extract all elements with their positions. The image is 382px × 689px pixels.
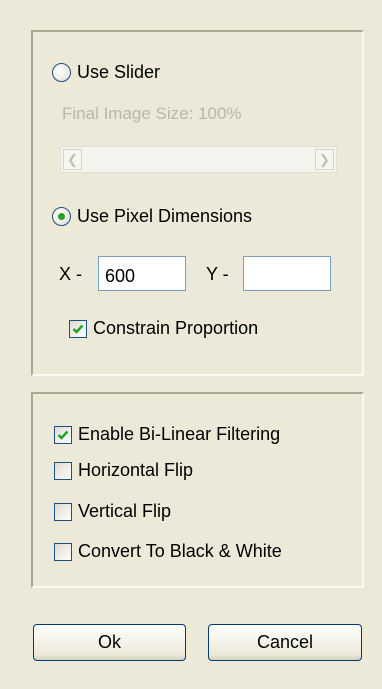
bilinear-filtering-checkbox[interactable]: Enable Bi-Linear Filtering bbox=[54, 424, 280, 445]
vertical-flip-checkbox-box[interactable] bbox=[54, 502, 72, 521]
bilinear-filtering-checkbox-box[interactable] bbox=[54, 425, 72, 444]
constrain-proportion-label: Constrain Proportion bbox=[93, 318, 259, 338]
ok-button[interactable]: Ok bbox=[33, 624, 186, 661]
size-slider[interactable]: ❮ ❯ bbox=[60, 146, 337, 173]
use-slider-label: Use Slider bbox=[77, 62, 161, 82]
x-field[interactable] bbox=[98, 256, 186, 291]
final-image-size-label: Final Image Size: 100% bbox=[62, 104, 242, 123]
vertical-flip-label: Vertical Flip bbox=[78, 501, 172, 521]
constrain-proportion-checkbox-box[interactable] bbox=[69, 319, 87, 338]
y-field[interactable] bbox=[243, 256, 331, 291]
horizontal-flip-checkbox-box[interactable] bbox=[54, 461, 72, 480]
checkmark-icon bbox=[57, 430, 69, 440]
horizontal-flip-label: Horizontal Flip bbox=[78, 460, 194, 480]
black-white-label: Convert To Black & White bbox=[78, 541, 282, 561]
left-arrow-icon[interactable]: ❮ bbox=[63, 149, 82, 170]
use-slider-radio-circle[interactable] bbox=[52, 63, 71, 82]
vertical-flip-checkbox[interactable]: Vertical Flip bbox=[54, 501, 171, 522]
y-label: Y - bbox=[206, 264, 229, 284]
use-pixel-dimensions-radio-circle[interactable] bbox=[52, 207, 71, 226]
use-slider-radio[interactable]: Use Slider bbox=[52, 62, 160, 83]
bilinear-filtering-label: Enable Bi-Linear Filtering bbox=[78, 424, 281, 444]
black-white-checkbox-box[interactable] bbox=[54, 542, 72, 561]
use-pixel-dimensions-radio[interactable]: Use Pixel Dimensions bbox=[52, 206, 252, 227]
right-arrow-icon[interactable]: ❯ bbox=[315, 149, 334, 170]
cancel-button[interactable]: Cancel bbox=[208, 624, 362, 661]
use-pixel-dimensions-label: Use Pixel Dimensions bbox=[77, 206, 253, 226]
x-label: X - bbox=[59, 264, 83, 284]
constrain-proportion-checkbox[interactable]: Constrain Proportion bbox=[69, 318, 258, 339]
black-white-checkbox[interactable]: Convert To Black & White bbox=[54, 541, 282, 562]
horizontal-flip-checkbox[interactable]: Horizontal Flip bbox=[54, 460, 193, 481]
checkmark-icon bbox=[72, 324, 84, 334]
